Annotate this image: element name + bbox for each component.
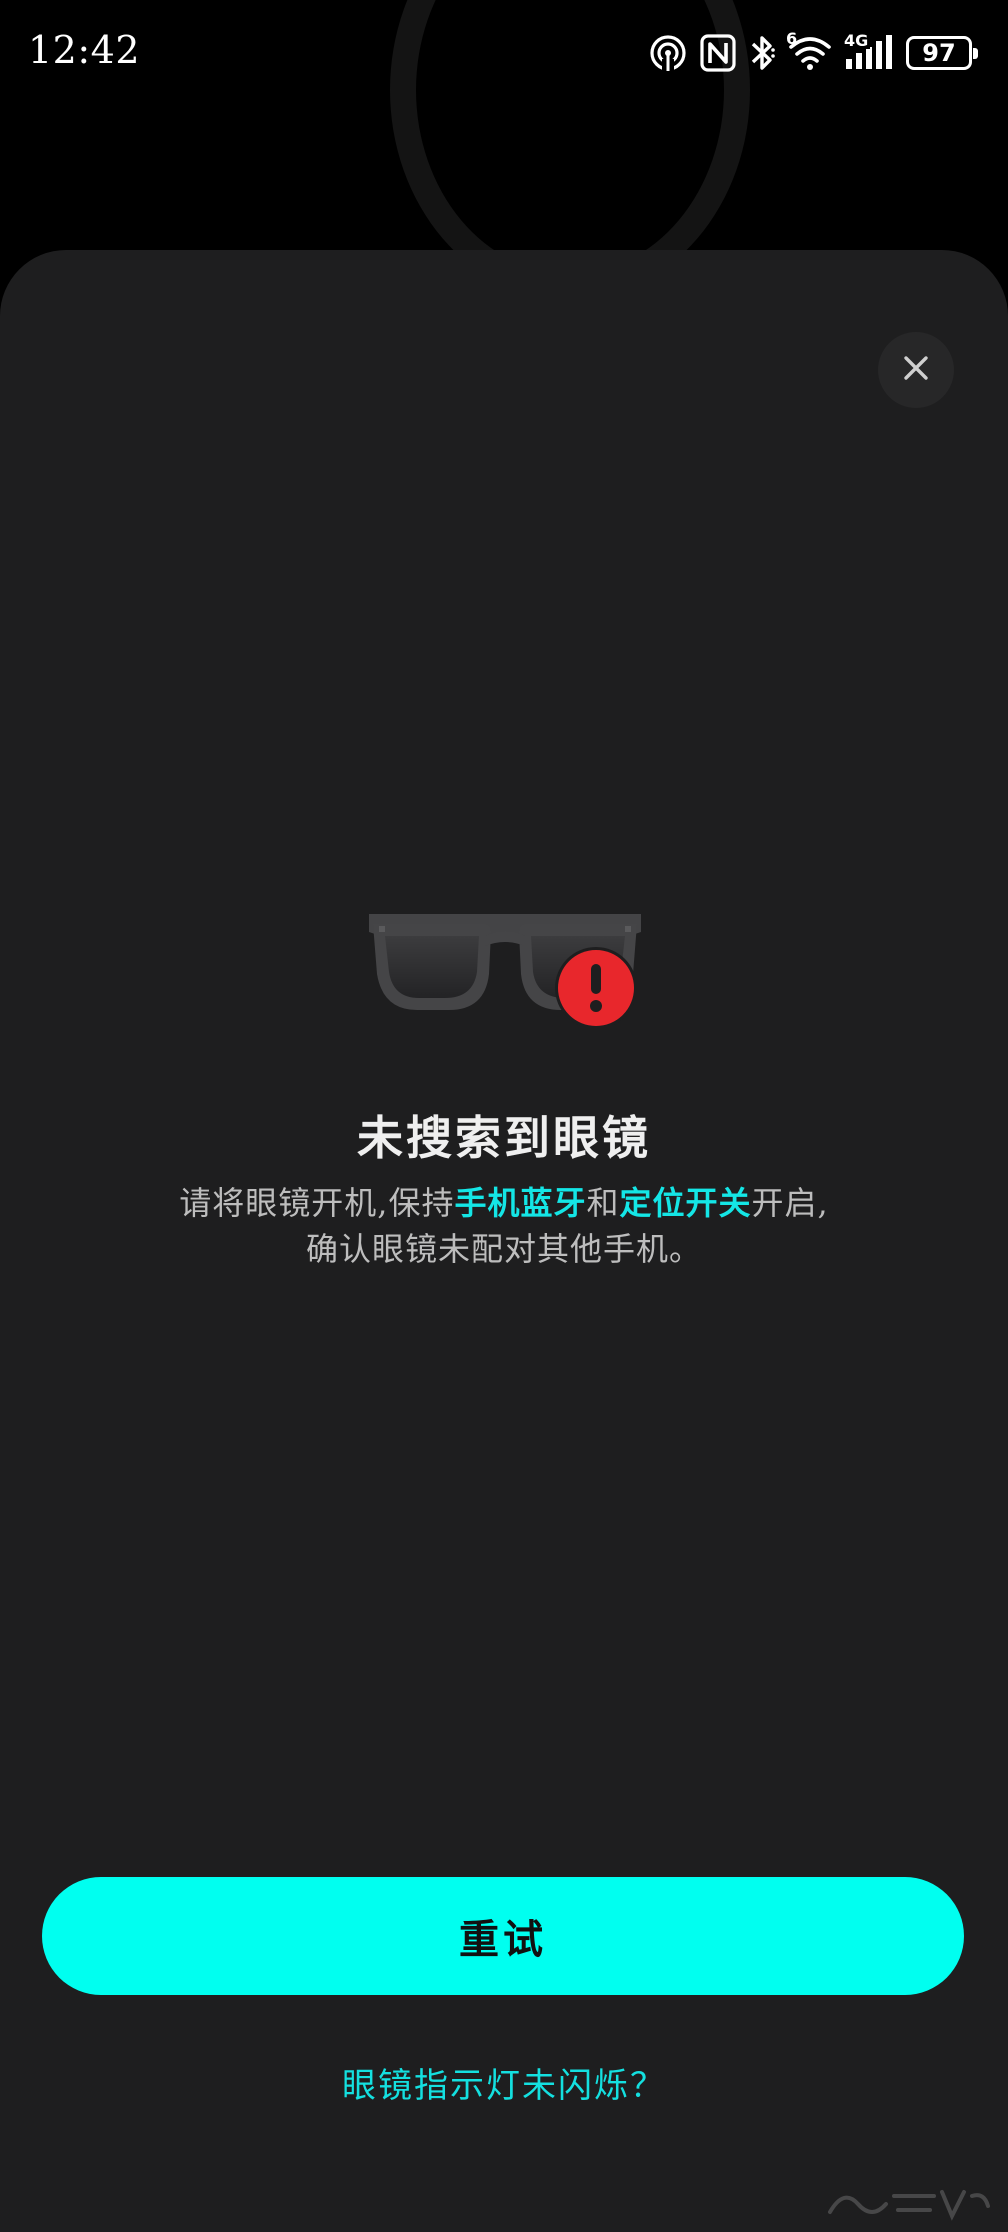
status-time: 12:42 [28,28,141,72]
close-button[interactable] [878,332,954,408]
description-line-2: 确认眼镜未配对其他手机。 [305,1230,702,1268]
indicator-light-help-link[interactable]: 眼镜指示灯未闪烁？ [0,2058,1008,2107]
battery-icon: 97 [906,36,978,70]
location-highlight: 定位开关 [619,1184,752,1222]
nfc-icon [700,34,736,72]
dialog-description: 请将眼镜开机,保持手机蓝牙和定位开关开启, 确认眼镜未配对其他手机。 [80,1180,928,1272]
bluetooth-icon [748,33,776,73]
cellular-signal-icon: 4G [844,31,894,71]
bluetooth-highlight: 手机蓝牙 [454,1184,587,1222]
alert-icon [554,946,638,1034]
close-icon [902,354,930,386]
battery-level: 97 [922,39,956,67]
hotspot-icon [648,33,688,73]
wifi-6-badge: 6 [786,29,798,48]
status-bar: 12:42 6 4G 97 [0,0,1008,110]
wifi-icon: 6 [786,29,832,71]
watermark [824,2182,994,2226]
retry-button-label: 重试 [459,1916,547,1963]
dialog-title: 未搜索到眼镜 [357,1111,651,1165]
search-failed-dialog: 未搜索到眼镜 请将眼镜开机,保持手机蓝牙和定位开关开启, 确认眼镜未配对其他手机… [0,250,1008,2232]
glasses-illustration [365,910,645,1050]
status-icons: 6 4G 97 [648,29,980,76]
network-type-label: 4G [844,31,869,50]
retry-button[interactable]: 重试 [42,1877,964,1995]
description-line-1: 请将眼镜开机,保持手机蓝牙和定位开关开启, [179,1184,829,1222]
